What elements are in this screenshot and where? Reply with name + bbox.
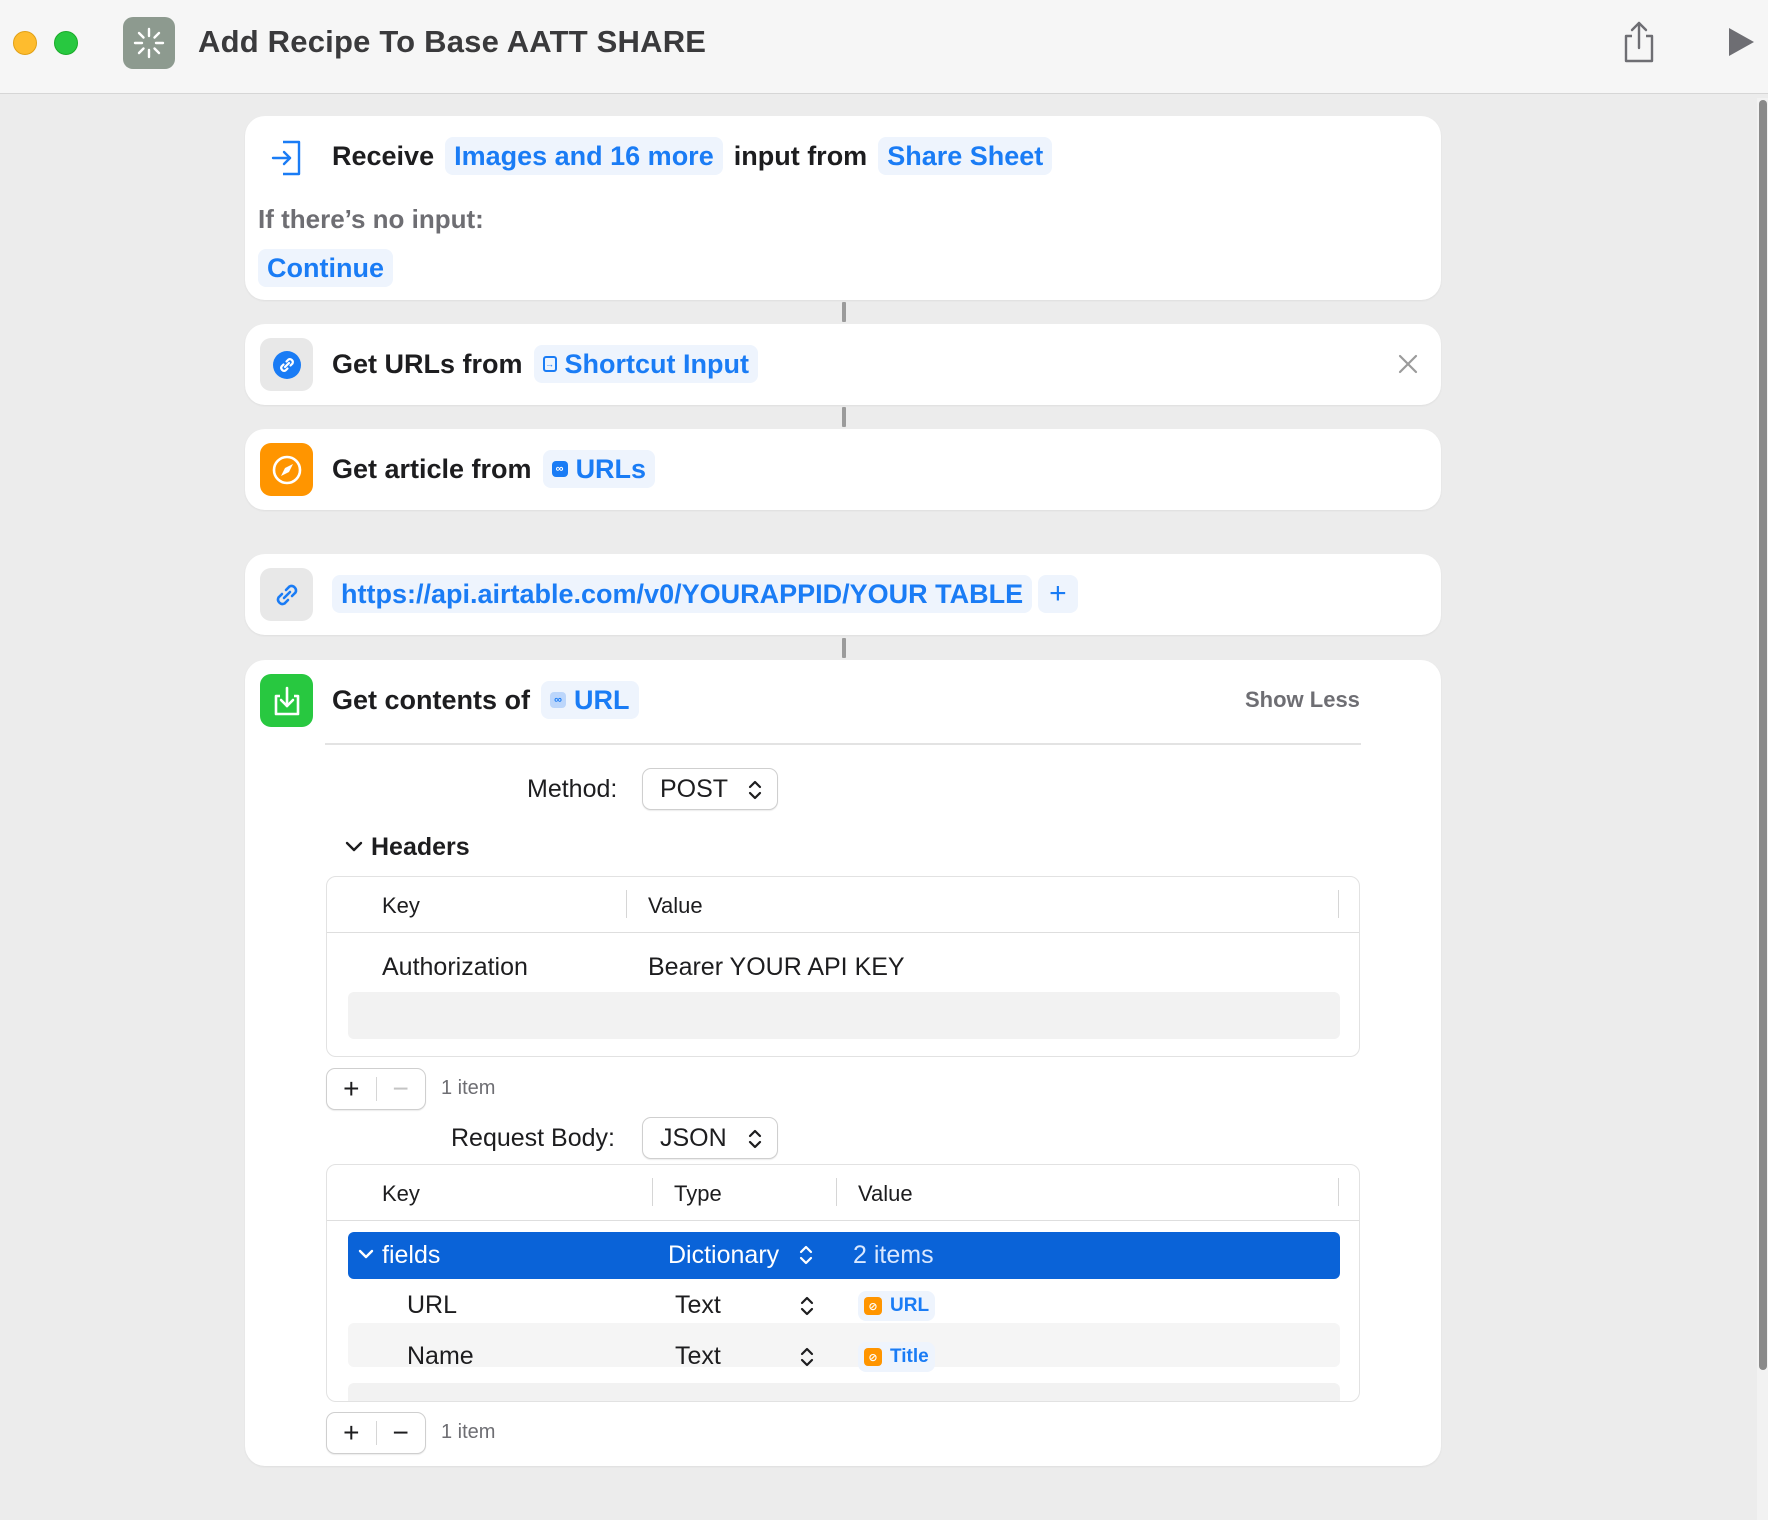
body-type-url[interactable]: Text — [675, 1291, 721, 1320]
body-type-name[interactable]: Text — [675, 1342, 721, 1371]
window-title: Add Recipe To Base AATT SHARE — [198, 24, 707, 59]
shortcut-input-icon: → — [542, 356, 557, 372]
headers-stepper[interactable]: + − — [326, 1068, 426, 1110]
add-url-button[interactable]: + — [1038, 575, 1078, 613]
minimize-button[interactable] — [13, 31, 37, 55]
column-separator — [1338, 1178, 1339, 1206]
request-body-label: Request Body: — [451, 1124, 615, 1152]
headers-table: Key Value Authorization Bearer YOUR API … — [326, 876, 1360, 1057]
up-down-chevron-icon — [747, 1127, 763, 1158]
download-tray-icon — [260, 674, 313, 727]
shortcut-input-label: Shortcut Input — [564, 348, 749, 379]
scrollbar-thumb[interactable] — [1759, 100, 1767, 1370]
table-row-stripe — [348, 1323, 1340, 1367]
table-empty-row — [348, 1383, 1340, 1401]
get-article-action-card[interactable]: Get article from ∞ URLs — [245, 429, 1441, 510]
fields-value: 2 items — [853, 1241, 934, 1269]
receive-input-icon — [260, 131, 313, 184]
column-separator — [1338, 890, 1339, 918]
add-body-field-button[interactable]: + — [327, 1413, 376, 1453]
column-header-type: Type — [674, 1181, 722, 1206]
chevron-down-icon[interactable] — [345, 838, 363, 861]
column-separator — [836, 1178, 837, 1206]
urls-token[interactable]: ∞ URLs — [542, 450, 656, 488]
title-variable-label: Title — [890, 1346, 929, 1367]
flow-connector — [842, 302, 846, 322]
url-action-card[interactable]: https://api.airtable.com/v0/YOURAPPID/YO… — [245, 554, 1441, 635]
table-empty-row — [348, 992, 1340, 1039]
method-label: Method: — [527, 775, 618, 803]
table-row-fields[interactable]: fields Dictionary 2 items — [348, 1232, 1340, 1279]
get-article-verb: Get article from — [332, 453, 532, 484]
input-types-token[interactable]: Images and 16 more — [445, 137, 723, 175]
urls-token-label: URLs — [575, 453, 647, 484]
flow-connector — [842, 407, 846, 427]
url-value-token[interactable]: https://api.airtable.com/v0/YOURAPPID/YO… — [332, 575, 1033, 613]
headers-count: 1 item — [441, 1077, 496, 1099]
add-header-button[interactable]: + — [327, 1069, 376, 1109]
headers-section-label[interactable]: Headers — [371, 833, 470, 862]
request-body-value: JSON — [660, 1123, 727, 1152]
header-value-cell[interactable]: Bearer YOUR API KEY — [648, 953, 905, 982]
no-input-continue-token[interactable]: Continue — [258, 249, 393, 287]
title-variable-token[interactable]: ⊘ Title — [858, 1342, 935, 1372]
column-header-value: Value — [648, 893, 703, 918]
receive-verb: Receive — [332, 140, 435, 171]
request-body-select[interactable]: JSON — [642, 1117, 778, 1159]
remove-body-field-button[interactable]: − — [376, 1413, 425, 1453]
get-urls-action-card[interactable]: Get URLs from → Shortcut Input — [245, 324, 1441, 405]
fields-type[interactable]: Dictionary — [668, 1241, 779, 1270]
body-stepper[interactable]: + − — [326, 1412, 426, 1454]
url-variable-label: URL — [890, 1295, 930, 1316]
url-input-token[interactable]: ∞ URL — [541, 681, 639, 719]
receive-action-card[interactable]: Receive Images and 16 more input from Sh… — [245, 116, 1441, 300]
shortcuts-sparkle-icon — [123, 17, 175, 69]
column-header-key: Key — [382, 893, 420, 918]
remove-header-button[interactable]: − — [376, 1069, 425, 1109]
up-down-chevron-icon[interactable] — [799, 1345, 815, 1374]
method-select[interactable]: POST — [642, 768, 778, 810]
up-down-chevron-icon[interactable] — [799, 1294, 815, 1323]
link-icon — [260, 568, 313, 621]
header-divider — [327, 932, 1359, 933]
close-icon[interactable] — [1397, 353, 1419, 380]
safari-compass-icon: ⊘ — [864, 1297, 882, 1315]
safari-compass-icon — [260, 443, 313, 496]
get-contents-verb: Get contents of — [332, 684, 531, 715]
input-source-token[interactable]: Share Sheet — [878, 137, 1053, 175]
get-urls-verb: Get URLs from — [332, 348, 523, 379]
zoom-button[interactable] — [54, 31, 78, 55]
up-down-chevron-icon[interactable] — [798, 1243, 814, 1272]
link-icon: ∞ — [551, 461, 568, 477]
link-badge-icon — [260, 338, 313, 391]
title-bar: Add Recipe To Base AATT SHARE — [0, 0, 1768, 94]
body-key-name[interactable]: Name — [407, 1342, 474, 1371]
column-separator — [652, 1178, 653, 1206]
column-header-key: Key — [382, 1181, 420, 1206]
no-input-label: If there’s no input: — [258, 204, 484, 234]
show-less-button[interactable]: Show Less — [1245, 687, 1360, 713]
flow-connector — [842, 638, 846, 658]
body-key-url[interactable]: URL — [407, 1291, 457, 1320]
header-divider — [327, 1220, 1359, 1221]
fields-key: fields — [382, 1241, 441, 1269]
chevron-down-icon[interactable] — [358, 1247, 374, 1268]
url-variable-token[interactable]: ⊘ URL — [858, 1291, 936, 1321]
up-down-chevron-icon — [747, 778, 763, 809]
body-count: 1 item — [441, 1421, 496, 1443]
url-input-label: URL — [574, 684, 630, 715]
column-header-value: Value — [858, 1181, 913, 1206]
body-table: Key Type Value — [326, 1164, 1360, 1402]
link-icon: ∞ — [550, 692, 567, 708]
play-icon[interactable] — [1726, 26, 1756, 58]
shortcut-input-token[interactable]: → Shortcut Input — [533, 345, 758, 383]
divider — [325, 743, 1361, 745]
receive-middle-text: input from — [733, 140, 868, 171]
share-icon[interactable] — [1621, 20, 1657, 64]
method-value: POST — [660, 774, 729, 803]
column-separator — [626, 890, 627, 918]
header-key-cell[interactable]: Authorization — [382, 953, 528, 982]
safari-compass-icon: ⊘ — [864, 1348, 882, 1366]
